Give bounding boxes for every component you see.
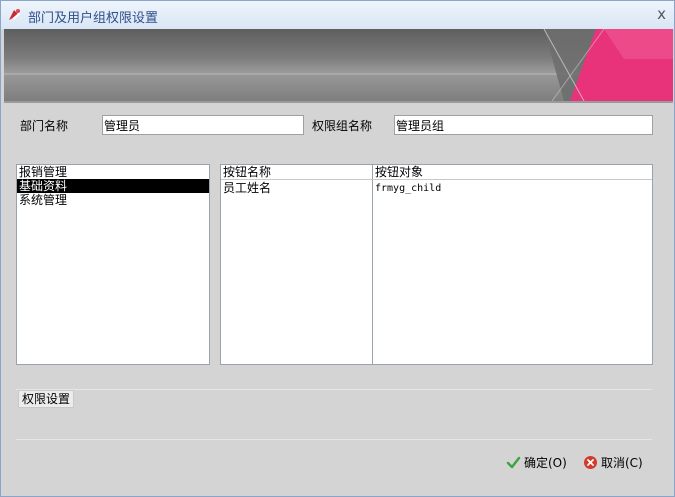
ok-button[interactable]: 确定(O) xyxy=(506,454,570,472)
cancel-button-label: 取消(C) xyxy=(601,456,643,470)
window-title: 部门及用户组权限设置 xyxy=(28,11,159,26)
list-item[interactable]: 基础资料 xyxy=(17,179,209,193)
column-header-button-object[interactable]: 按钮对象 xyxy=(375,165,423,179)
permission-settings-tab[interactable]: 权限设置 xyxy=(18,390,74,408)
title-bar[interactable]: 部门及用户组权限设置 x xyxy=(1,1,674,29)
dialog-window: 部门及用户组权限设置 x 部门名称 权限组名称 报销管理 基础资料 系统管理 按… xyxy=(0,0,675,497)
close-button[interactable]: x xyxy=(657,5,666,23)
permission-settings-group xyxy=(16,389,652,440)
cancel-circle-icon xyxy=(584,456,597,469)
department-name-label: 部门名称 xyxy=(20,119,69,133)
cancel-button[interactable]: 取消(C) xyxy=(583,454,649,472)
banner-divider xyxy=(4,101,673,103)
column-header-button-name[interactable]: 按钮名称 xyxy=(223,165,271,179)
ok-button-label: 确定(O) xyxy=(524,456,567,470)
grid-header-divider xyxy=(221,179,652,180)
list-item[interactable]: 报销管理 xyxy=(17,165,209,179)
table-cell-button-object[interactable]: frmyg_child xyxy=(375,182,441,196)
button-object-grid[interactable]: 按钮名称 按钮对象 员工姓名 frmyg_child xyxy=(220,164,653,365)
module-list[interactable]: 报销管理 基础资料 系统管理 xyxy=(16,164,210,365)
app-logo-icon xyxy=(9,9,21,20)
permission-group-name-label: 权限组名称 xyxy=(312,119,373,133)
list-item[interactable]: 系统管理 xyxy=(17,193,209,207)
header-banner xyxy=(4,29,673,101)
checkmark-icon xyxy=(506,456,521,469)
grid-column-divider xyxy=(372,165,373,364)
permission-group-name-input[interactable] xyxy=(394,115,653,135)
table-cell-button-name[interactable]: 员工姓名 xyxy=(223,181,271,195)
department-name-input[interactable] xyxy=(102,115,304,135)
banner-graphic xyxy=(4,29,673,101)
